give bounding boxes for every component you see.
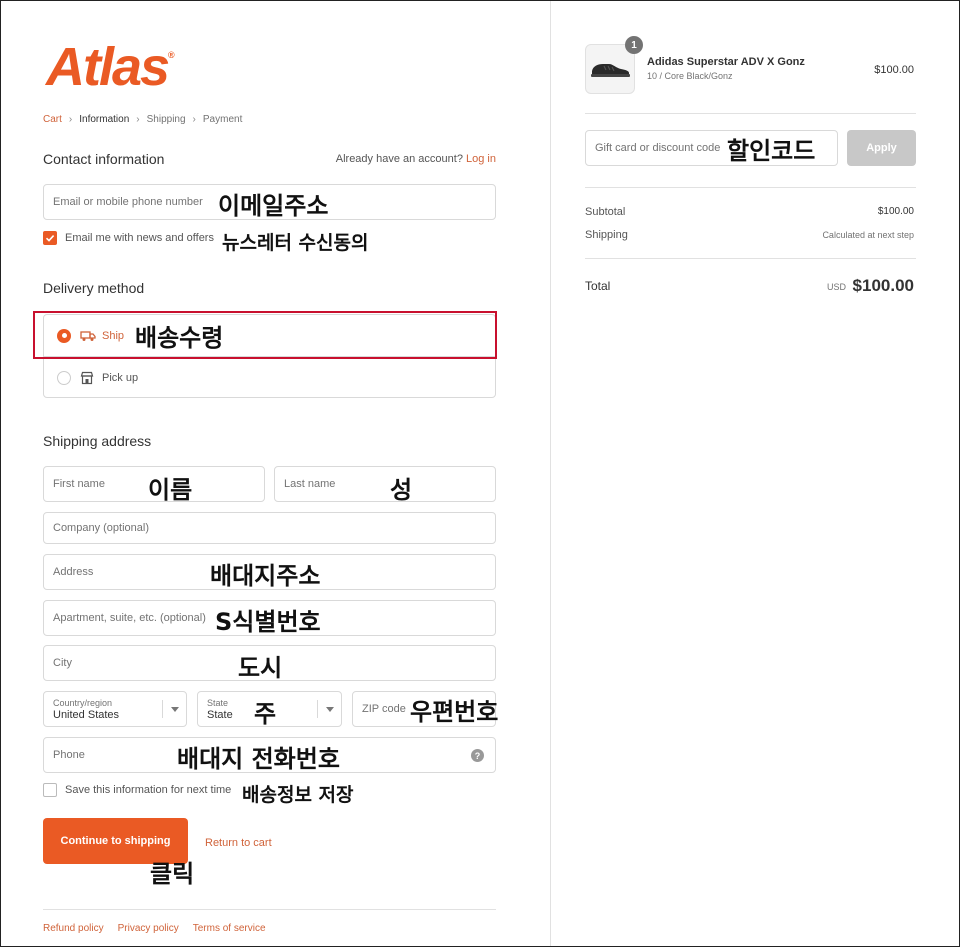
country-select[interactable]: Country/region United States: [43, 691, 187, 727]
chevron-down-icon: [162, 700, 186, 718]
quantity-badge: 1: [625, 36, 643, 54]
shipping-value: Calculated at next step: [822, 230, 914, 240]
subtotal-value: $100.00: [877, 206, 914, 217]
address-annotation: 배대지주소: [210, 562, 321, 590]
newsletter-checkbox-row[interactable]: Email me with news and offers: [43, 231, 214, 245]
total-label: Total: [585, 279, 611, 293]
help-icon[interactable]: ?: [471, 749, 484, 762]
save-info-checkbox-row[interactable]: Save this information for next time: [43, 783, 231, 797]
subtotal-label: Subtotal: [585, 206, 626, 218]
footer-links: Refund policy Privacy policy Terms of se…: [43, 923, 266, 934]
continue-annotation: 클릭: [150, 860, 195, 888]
atlas-logo[interactable]: Atlas®: [46, 36, 175, 98]
save-info-annotation: 배송정보 저장: [242, 784, 354, 806]
total-value: $100.00: [852, 276, 914, 295]
save-info-checkbox[interactable]: [43, 783, 57, 797]
checkout-main: Atlas® Cart › Information › Shipping › P…: [0, 0, 550, 947]
apply-discount-button[interactable]: Apply: [847, 130, 916, 166]
newsletter-checkbox[interactable]: [43, 231, 57, 245]
newsletter-annotation: 뉴스레터 수신동의: [222, 232, 369, 254]
breadcrumb-shipping: Shipping: [146, 114, 186, 125]
email-annotation: 이메일주소: [218, 192, 329, 220]
delivery-title: Delivery method: [43, 280, 145, 296]
city-annotation: 도시: [238, 654, 283, 682]
summary-divider: [585, 187, 916, 188]
return-to-cart-link[interactable]: Return to cart: [205, 837, 272, 849]
ship-annotation: 배송수령: [135, 324, 224, 352]
breadcrumb-information: Information: [79, 114, 130, 125]
currency-code: USD: [826, 282, 846, 292]
sneaker-icon: [591, 64, 630, 77]
product-price: $100.00: [874, 64, 914, 76]
last-name-annotation: 성: [390, 476, 413, 504]
discount-annotation: 할인코드: [727, 137, 816, 165]
contact-title: Contact information: [43, 151, 165, 167]
account-prompt: Already have an account? Log in: [335, 153, 496, 165]
pickup-radio[interactable]: [57, 371, 71, 385]
breadcrumb-cart[interactable]: Cart: [43, 114, 62, 125]
order-summary: 1 Adidas Superstar ADV X Gonz 10 / Core …: [550, 0, 960, 947]
summary-divider: [585, 113, 916, 114]
terms-of-service-link[interactable]: Terms of service: [193, 923, 266, 934]
product-variant: 10 / Core Black/Gonz: [647, 71, 733, 81]
state-annotation: 주: [254, 700, 277, 728]
chevron-right-icon: ›: [68, 114, 73, 125]
refund-policy-link[interactable]: Refund policy: [43, 923, 104, 934]
newsletter-label: Email me with news and offers: [65, 232, 214, 244]
shipping-address-title: Shipping address: [43, 433, 152, 449]
zip-annotation: 우편번호: [410, 698, 499, 726]
breadcrumb: Cart › Information › Shipping › Payment: [43, 114, 242, 125]
product-name: Adidas Superstar ADV X Gonz: [647, 56, 805, 68]
pickup-label: Pick up: [102, 372, 139, 384]
store-icon: [80, 371, 96, 385]
phone-annotation: 배대지 전화번호: [177, 745, 340, 773]
delivery-option-pickup[interactable]: Pick up: [44, 357, 495, 399]
login-link[interactable]: Log in: [466, 153, 496, 165]
last-name-input[interactable]: Last name: [274, 466, 496, 502]
chevron-right-icon: ›: [136, 114, 140, 125]
footer-divider: [43, 909, 496, 910]
first-name-annotation: 이름: [148, 476, 193, 504]
check-icon: [45, 235, 55, 242]
summary-divider: [585, 258, 916, 259]
chevron-down-icon: [317, 700, 341, 718]
ship-highlight-box: [33, 311, 497, 359]
save-info-label: Save this information for next time: [65, 784, 232, 796]
company-input[interactable]: Company (optional): [43, 512, 496, 544]
apartment-annotation: S식별번호: [215, 608, 321, 636]
breadcrumb-payment: Payment: [202, 114, 243, 125]
chevron-right-icon: ›: [192, 114, 196, 125]
shipping-label: Shipping: [585, 229, 628, 241]
privacy-policy-link[interactable]: Privacy policy: [118, 923, 179, 934]
